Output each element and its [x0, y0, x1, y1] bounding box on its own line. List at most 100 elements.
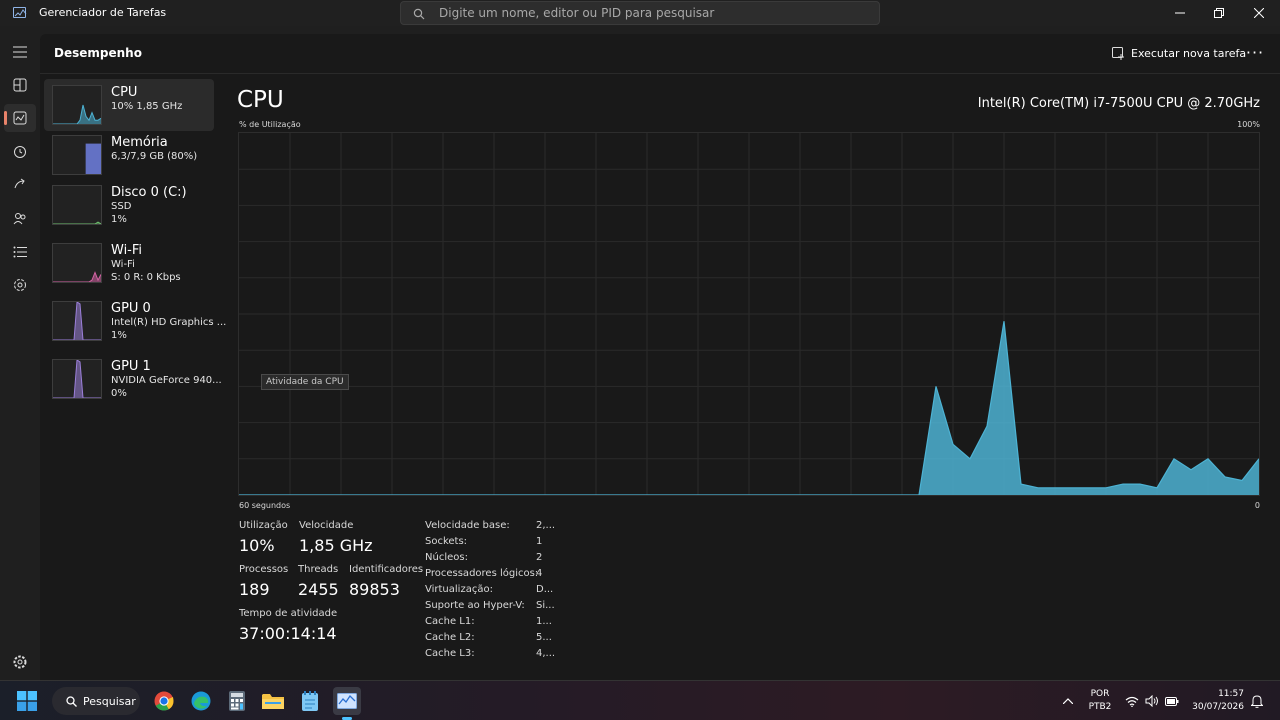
processes-value: 189 [239, 580, 270, 599]
spec-value: 2,... [536, 520, 556, 531]
uptime-value: 37:00:14:14 [239, 624, 337, 643]
chrome-taskbar-button[interactable] [153, 689, 175, 713]
calculator-icon [229, 691, 245, 711]
page-title: Desempenho [54, 46, 142, 60]
spec-label: Processadores lógicos: [425, 568, 539, 579]
language-code: POR [1090, 689, 1110, 699]
device-item-gpu-1[interactable]: GPU 1 NVIDIA GeForce 940... 0% [44, 353, 222, 405]
hamburger-icon [13, 46, 27, 58]
battery-status[interactable] [1164, 689, 1180, 713]
volume-status[interactable] [1144, 689, 1160, 713]
speed-label: Velocidade [299, 520, 354, 531]
title-bar: Gerenciador de Tarefas [0, 0, 1280, 26]
nav-users[interactable] [4, 204, 36, 232]
run-task-label: Executar nova tarefa [1131, 46, 1247, 60]
wifi-status[interactable] [1124, 689, 1140, 713]
device-detail-line-1: Intel(R) HD Graphics ... [111, 317, 227, 328]
cpu-title: CPU [237, 87, 284, 113]
nav-performance[interactable] [4, 104, 36, 132]
nav-details[interactable] [4, 238, 36, 266]
details-list-icon [13, 246, 27, 258]
spec-value: 1... [536, 616, 552, 627]
restore-icon [1214, 8, 1224, 18]
device-item-disco-0-c[interactable]: Disco 0 (C:) SSD 1% [44, 179, 214, 231]
folder-icon [262, 694, 284, 709]
window-title: Gerenciador de Tarefas [39, 6, 167, 19]
close-button[interactable] [1239, 0, 1279, 26]
device-item-mem-ria[interactable]: Memória 6,3/7,9 GB (80%) [44, 129, 214, 181]
nav-app-history[interactable] [4, 138, 36, 166]
spec-label: Núcleos: [425, 552, 468, 563]
performance-icon [13, 111, 27, 125]
keyboard-layout: PTB2 [1088, 702, 1112, 712]
spec-value: 1 [536, 536, 543, 547]
search-input[interactable] [439, 5, 859, 21]
search-icon [413, 8, 425, 20]
device-item-cpu[interactable]: CPU 10% 1,85 GHz [44, 79, 214, 131]
handles-label: Identificadores [349, 564, 424, 575]
processes-label: Processos [239, 564, 289, 575]
task-manager-app-icon [13, 7, 27, 18]
device-name: Disco 0 (C:) [111, 185, 187, 200]
nav-services[interactable] [4, 271, 36, 299]
show-hidden-icons-button[interactable] [1060, 689, 1076, 713]
device-detail-line-1: 6,3/7,9 GB (80%) [111, 151, 198, 162]
device-name: CPU [111, 85, 138, 100]
notepad-taskbar-button[interactable] [299, 689, 321, 713]
nav-processes[interactable] [4, 71, 36, 99]
start-button[interactable] [16, 689, 38, 713]
calculator-taskbar-button[interactable] [226, 689, 248, 713]
task-manager-taskbar-button[interactable] [333, 687, 361, 715]
spec-value: 4,... [536, 648, 556, 659]
battery-icon [1165, 696, 1179, 706]
search-icon [66, 695, 77, 707]
speed-value: 1,85 GHz [299, 536, 373, 555]
input-language-button[interactable]: POR PTB2 [1084, 688, 1116, 716]
utilization-value: 10% [239, 536, 275, 555]
gear-icon [13, 655, 27, 669]
search-box[interactable] [400, 1, 880, 25]
notifications-button[interactable] [1250, 689, 1264, 713]
taskbar-search-button[interactable]: Pesquisar [52, 687, 140, 715]
utilization-label: Utilização [239, 520, 288, 531]
settings-button[interactable] [12, 654, 28, 670]
spec-label: Cache L2: [425, 632, 475, 643]
cpu-chart-svg [239, 133, 1260, 496]
device-name: GPU 1 [111, 359, 151, 374]
device-detail-line-2: 1% [111, 330, 127, 341]
handles-value: 89853 [349, 580, 400, 599]
spec-label: Virtualização: [425, 584, 493, 595]
device-thumbnail [52, 185, 102, 225]
device-thumbnail [52, 243, 102, 283]
bell-icon [1251, 694, 1263, 708]
clock-button[interactable]: 11:57 30/07/2026 [1186, 688, 1246, 716]
x-right-label: 0 [1254, 501, 1260, 510]
device-thumbnail [52, 301, 102, 341]
device-item-gpu-0[interactable]: GPU 0 Intel(R) HD Graphics ... 1% [44, 295, 226, 347]
edge-taskbar-button[interactable] [190, 689, 212, 713]
device-thumbnail [52, 85, 102, 125]
more-options-button[interactable]: ··· [1240, 42, 1270, 62]
chrome-icon [154, 691, 174, 711]
cpu-model: Intel(R) Core(TM) i7-7500U CPU @ 2.70GHz [977, 96, 1260, 111]
spec-label: Sockets: [425, 536, 468, 547]
nav-startup-apps[interactable] [4, 171, 36, 199]
cpu-detail-pane: CPU Intel(R) Core(TM) i7-7500U CPU @ 2.7… [230, 74, 1270, 680]
windows-logo-icon [17, 691, 37, 711]
device-name: GPU 0 [111, 301, 151, 316]
clock-time: 11:57 [1218, 689, 1244, 699]
taskbar-search-label: Pesquisar [83, 694, 136, 708]
file-explorer-taskbar-button[interactable] [262, 689, 284, 713]
maximize-button[interactable] [1199, 0, 1239, 26]
page-header: Desempenho Executar nova tarefa ··· [40, 34, 1280, 74]
uptime-label: Tempo de atividade [239, 608, 338, 619]
device-name: Wi-Fi [111, 243, 143, 258]
y-max-label: 100% [1237, 120, 1260, 129]
minimize-button[interactable] [1160, 0, 1200, 26]
main-pane: Desempenho Executar nova tarefa ··· CPU 1… [40, 34, 1280, 680]
device-item-wi-fi[interactable]: Wi-Fi Wi-Fi S: 0 R: 0 Kbps [44, 237, 214, 289]
hamburger-menu-button[interactable] [4, 38, 36, 66]
taskbar: Pesquisar POR PTB2 11:57 30/07/2026 [0, 680, 1280, 720]
startup-icon [14, 178, 25, 189]
run-new-task-button[interactable]: Executar nova tarefa [1112, 43, 1246, 63]
